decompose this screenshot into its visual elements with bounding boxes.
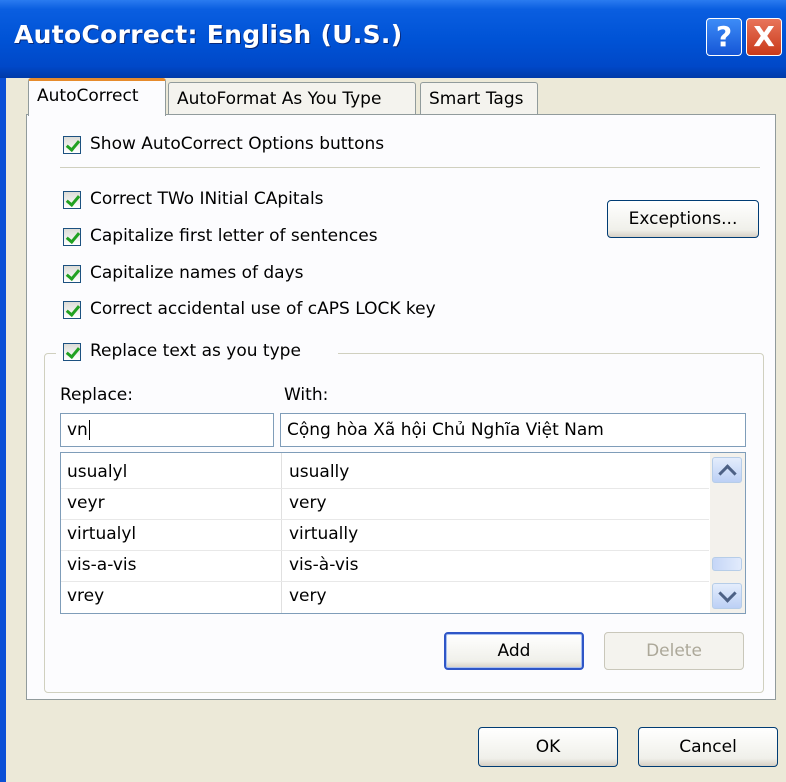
list-item[interactable]: virtualyl virtually	[61, 519, 709, 551]
first-letter-checkbox[interactable]	[63, 228, 81, 246]
separator	[60, 167, 760, 168]
replace-text-checkbox[interactable]	[63, 343, 81, 361]
replace-label: Replace:	[60, 385, 133, 405]
list-item[interactable]: vrey very	[61, 581, 709, 612]
first-letter-label: Capitalize first letter of sentences	[90, 226, 378, 246]
show-buttons-label: Show AutoCorrect Options buttons	[90, 134, 385, 154]
replace-input[interactable]: vn	[60, 413, 274, 447]
ok-button[interactable]: OK	[478, 727, 618, 767]
tab-autoformat[interactable]: AutoFormat As You Type	[168, 82, 416, 116]
entry-from: usualyl	[67, 462, 128, 482]
list-item[interactable]: usualyl usually	[61, 457, 709, 489]
scroll-thumb[interactable]	[712, 557, 742, 571]
add-button[interactable]: Add	[444, 632, 584, 670]
entry-from: veyr	[67, 493, 105, 513]
two-initial-label: Correct TWo INitial CApitals	[90, 189, 324, 209]
scroll-down-icon[interactable]	[712, 583, 742, 609]
list-item[interactable]: vis-a-vis vis-à-vis	[61, 550, 709, 582]
replace-text-label: Replace text as you type	[90, 341, 301, 361]
entry-to: very	[289, 493, 327, 513]
window-frame	[0, 78, 6, 782]
replace-input-value: vn	[67, 420, 88, 440]
show-buttons-checkbox[interactable]	[63, 136, 81, 154]
list-scrollbar[interactable]	[710, 453, 745, 613]
window-title: AutoCorrect: English (U.S.)	[14, 20, 403, 49]
tab-smart-tags[interactable]: Smart Tags	[420, 82, 538, 116]
names-days-checkbox[interactable]	[63, 265, 81, 283]
text-cursor	[88, 420, 90, 440]
help-button[interactable]: ?	[706, 18, 742, 56]
with-label: With:	[284, 385, 329, 405]
entry-to: very	[289, 586, 327, 606]
entry-to: vis-à-vis	[289, 555, 359, 575]
entry-to: usually	[289, 462, 350, 482]
caps-lock-label: Correct accidental use of cAPS LOCK key	[90, 299, 436, 319]
two-initial-checkbox[interactable]	[63, 191, 81, 209]
title-bar[interactable]: AutoCorrect: English (U.S.) ? X	[0, 0, 786, 78]
names-days-label: Capitalize names of days	[90, 263, 304, 283]
exceptions-button[interactable]: Exceptions...	[607, 200, 759, 238]
list-item[interactable]: veyr very	[61, 488, 709, 520]
autocorrect-list[interactable]: usualyl usually veyr very virtualyl virt…	[60, 452, 746, 614]
cancel-button[interactable]: Cancel	[638, 727, 778, 767]
entry-from: vis-a-vis	[67, 555, 137, 575]
caps-lock-checkbox[interactable]	[63, 301, 81, 319]
entry-from: vrey	[67, 586, 105, 606]
tab-autocorrect[interactable]: AutoCorrect	[28, 78, 166, 116]
with-input[interactable]: Cộng hòa Xã hội Chủ Nghĩa Việt Nam	[280, 413, 746, 447]
group-legend: Replace text as you type	[56, 340, 338, 366]
autocorrect-dialog: AutoCorrect: English (U.S.) ? X AutoCorr…	[0, 0, 786, 782]
close-button[interactable]: X	[746, 18, 782, 56]
scroll-up-icon[interactable]	[712, 457, 742, 483]
entry-to: virtually	[289, 524, 359, 544]
entry-from: virtualyl	[67, 524, 137, 544]
delete-button[interactable]: Delete	[604, 632, 744, 670]
